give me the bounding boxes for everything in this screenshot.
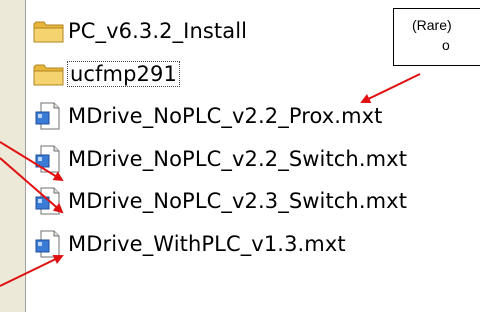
document-icon: [32, 185, 66, 217]
file-name: ucfmp291: [67, 61, 180, 87]
list-item[interactable]: MDrive_NoPLC_v2.3_Switch.mxt: [32, 182, 407, 220]
document-icon: [32, 228, 66, 260]
list-item[interactable]: PC_v6.3.2_Install: [32, 12, 247, 50]
callout-text: (Rare): [412, 17, 452, 33]
list-item[interactable]: MDrive_WithPLC_v1.3.mxt: [32, 225, 346, 263]
callout-text: o: [442, 37, 450, 53]
annotation-callout: (Rare) o: [393, 8, 480, 66]
list-item[interactable]: MDrive_NoPLC_v2.2_Switch.mxt: [32, 140, 407, 178]
file-name: MDrive_NoPLC_v2.2_Prox.mxt: [68, 104, 383, 128]
file-name: PC_v6.3.2_Install: [68, 19, 248, 43]
file-name: MDrive_NoPLC_v2.2_Switch.mxt: [68, 147, 408, 171]
file-name: MDrive_NoPLC_v2.3_Switch.mxt: [68, 189, 408, 213]
document-icon: [32, 143, 66, 175]
folder-icon: [32, 15, 66, 47]
document-icon: [32, 100, 66, 132]
folder-icon: [32, 58, 66, 90]
file-name: MDrive_WithPLC_v1.3.mxt: [68, 232, 346, 256]
list-item[interactable]: MDrive_NoPLC_v2.2_Prox.mxt: [32, 97, 383, 135]
list-item[interactable]: ucfmp291: [32, 55, 180, 93]
